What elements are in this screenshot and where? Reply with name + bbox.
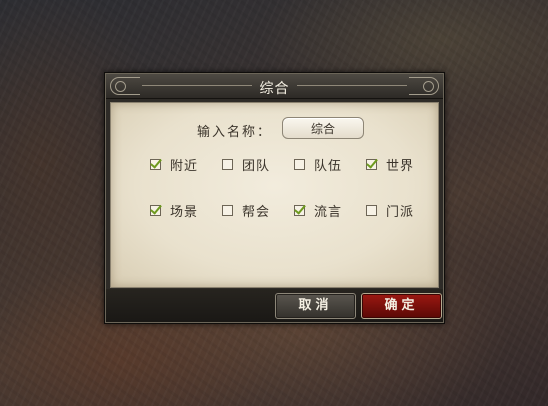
checkbox-unchecked-icon[interactable] xyxy=(366,204,377,216)
confirm-button[interactable]: 确定 xyxy=(361,293,442,319)
checkbox-world[interactable]: 世界 xyxy=(366,156,415,174)
checkbox-label: 流言 xyxy=(314,204,343,220)
dialog-footer: 取消 确定 xyxy=(106,289,443,322)
checkbox-checked-icon[interactable] xyxy=(150,158,161,170)
checkbox-unchecked-icon[interactable] xyxy=(294,158,305,170)
checkbox-checked-icon[interactable] xyxy=(366,158,377,170)
name-label: 输入名称： xyxy=(197,125,273,140)
channel-settings-dialog: 综合 输入名称： 综合 附近 团队 队伍 世界 场景 帮会 流言 门派 取消 确… xyxy=(104,72,445,324)
checkbox-nearby[interactable]: 附近 xyxy=(150,156,199,174)
checkbox-label: 团队 xyxy=(242,158,271,174)
right-scroll-ornament-icon xyxy=(409,77,439,95)
checkbox-label: 场景 xyxy=(170,204,199,220)
dialog-titlebar[interactable]: 综合 xyxy=(106,74,443,99)
dialog-title: 综合 xyxy=(259,81,290,97)
checkbox-party[interactable]: 队伍 xyxy=(294,156,343,174)
checkbox-label: 队伍 xyxy=(314,158,343,174)
checkbox-unchecked-icon[interactable] xyxy=(222,158,233,170)
checkbox-checked-icon[interactable] xyxy=(150,204,161,216)
checkbox-label: 帮会 xyxy=(242,204,271,220)
checkbox-label: 门派 xyxy=(386,204,415,220)
checkbox-label: 附近 xyxy=(170,158,199,174)
cancel-button[interactable]: 取消 xyxy=(275,293,356,319)
checkbox-rumor[interactable]: 流言 xyxy=(294,202,343,220)
checkbox-team[interactable]: 团队 xyxy=(222,156,271,174)
settings-panel: 输入名称： 综合 附近 团队 队伍 世界 场景 帮会 流言 门派 xyxy=(110,102,439,288)
checkbox-checked-icon[interactable] xyxy=(294,204,305,216)
checkbox-scene[interactable]: 场景 xyxy=(150,202,199,220)
checkbox-guild[interactable]: 帮会 xyxy=(222,202,271,220)
checkbox-unchecked-icon[interactable] xyxy=(222,204,233,216)
checkbox-sect[interactable]: 门派 xyxy=(366,202,415,220)
checkbox-label: 世界 xyxy=(386,158,415,174)
channel-name-input[interactable]: 综合 xyxy=(282,117,364,139)
title-divider-right xyxy=(297,85,407,86)
